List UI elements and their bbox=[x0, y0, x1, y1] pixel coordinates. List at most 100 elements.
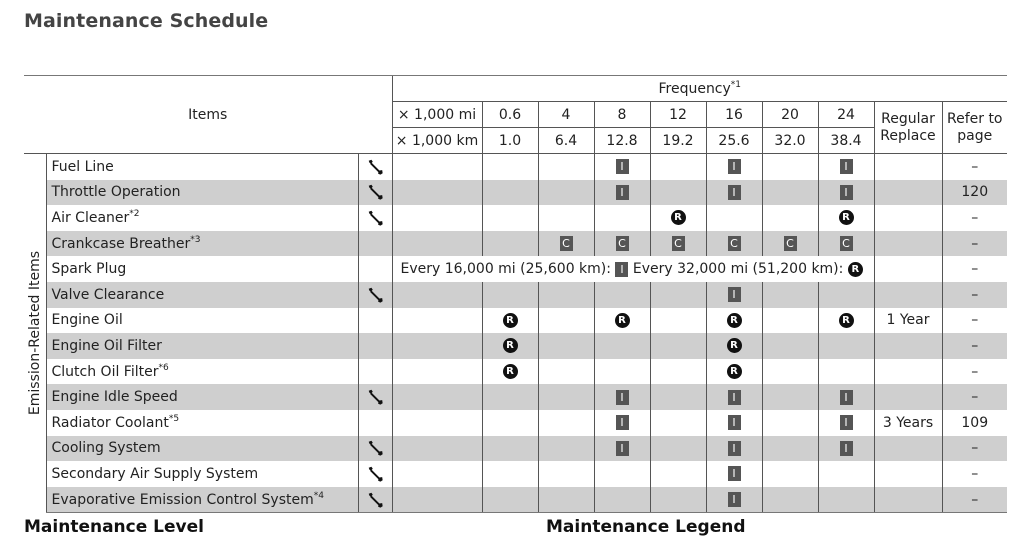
interval-cell: C bbox=[705, 230, 762, 257]
mark-c-icon: C bbox=[839, 236, 853, 252]
interval-cell: C bbox=[817, 230, 874, 257]
interval-cell bbox=[537, 384, 594, 410]
refer-to-page-header: Refer to page bbox=[941, 101, 1007, 154]
wrench-cell bbox=[357, 179, 392, 206]
wrench-icon bbox=[368, 287, 383, 303]
wrench-cell bbox=[357, 435, 392, 462]
interval-cell: C bbox=[761, 230, 818, 257]
interval-cell bbox=[593, 281, 650, 308]
interval-cell bbox=[537, 205, 594, 231]
km-interval: 12.8 bbox=[593, 127, 650, 154]
refer-page: – bbox=[941, 384, 1007, 410]
mark-r-icon: R bbox=[502, 312, 518, 328]
mi-interval: 4 bbox=[537, 101, 594, 128]
interval-cell: I bbox=[817, 409, 874, 436]
mark-i-icon: I bbox=[839, 415, 853, 431]
item-name: Spark Plug bbox=[45, 256, 358, 282]
unit-cell bbox=[391, 333, 482, 359]
interval-cell: R bbox=[481, 358, 538, 385]
wrench-icon bbox=[368, 210, 383, 226]
unit-cell bbox=[391, 205, 482, 231]
km-interval: 19.2 bbox=[649, 127, 706, 154]
wrench-cell bbox=[357, 256, 392, 282]
regular-replace bbox=[873, 179, 942, 206]
interval-cell: I bbox=[817, 179, 874, 206]
mark-c-icon: C bbox=[671, 236, 685, 252]
refer-page: – bbox=[941, 281, 1007, 308]
interval-cell: I bbox=[593, 409, 650, 436]
mark-i-icon: I bbox=[727, 466, 741, 482]
interval-cell bbox=[649, 281, 706, 308]
unit-km: × 1,000 km bbox=[391, 127, 482, 154]
maintenance-legend-heading: Maintenance Legend bbox=[546, 517, 746, 537]
mark-r-icon: R bbox=[614, 312, 630, 328]
mark-i-icon: I bbox=[615, 415, 629, 431]
footnote-ref: *6 bbox=[158, 362, 169, 373]
wrench-icon bbox=[368, 466, 383, 482]
interval-cell: I bbox=[705, 486, 762, 514]
interval-cell bbox=[537, 358, 594, 385]
mark-i-icon: I bbox=[615, 184, 629, 200]
interval-cell bbox=[817, 281, 874, 308]
refer-page: – bbox=[941, 461, 1007, 487]
interval-cell bbox=[761, 307, 818, 334]
interval-cell bbox=[481, 179, 538, 206]
wrench-cell bbox=[357, 358, 392, 385]
mi-interval: 8 bbox=[593, 101, 650, 128]
mark-i-icon: I bbox=[615, 261, 629, 277]
mark-r-icon: R bbox=[670, 210, 686, 226]
interval-cell bbox=[481, 281, 538, 308]
group-label: Emission-Related Items bbox=[26, 251, 43, 416]
interval-cell: C bbox=[593, 230, 650, 257]
refer-page: 109 bbox=[941, 409, 1007, 436]
interval-cell: C bbox=[649, 230, 706, 257]
interval-cell: R bbox=[705, 358, 762, 385]
mi-interval: 16 bbox=[705, 101, 762, 128]
item-name: Throttle Operation bbox=[45, 179, 358, 206]
spark-plug-interval: Every 16,000 mi (25,600 km): I Every 32,… bbox=[391, 256, 874, 282]
interval-cell: I bbox=[817, 153, 874, 180]
mark-i-icon: I bbox=[727, 415, 741, 431]
page-title: Maintenance Schedule bbox=[24, 10, 269, 32]
unit-miles: × 1,000 mi bbox=[391, 101, 482, 128]
regular-replace bbox=[873, 333, 942, 359]
interval-cell bbox=[481, 230, 538, 257]
mark-r-icon: R bbox=[726, 364, 742, 380]
mark-i-icon: I bbox=[727, 184, 741, 200]
mark-i-icon: I bbox=[727, 440, 741, 456]
interval-cell: I bbox=[593, 384, 650, 410]
unit-cell bbox=[391, 384, 482, 410]
schedule-row: Engine Oil Filter R R – bbox=[24, 333, 1007, 359]
item-name: Secondary Air Supply System bbox=[45, 461, 358, 487]
unit-cell bbox=[391, 179, 482, 206]
schedule-row: Air Cleaner*2 R R – bbox=[24, 205, 1007, 231]
interval-cell bbox=[761, 358, 818, 385]
interval-cell bbox=[481, 435, 538, 462]
interval-cell bbox=[537, 179, 594, 206]
mark-c-icon: C bbox=[615, 236, 629, 252]
interval-cell bbox=[761, 409, 818, 436]
mark-c-icon: C bbox=[783, 236, 797, 252]
footnote-ref: *5 bbox=[168, 413, 180, 424]
frequency-footnote: *1 bbox=[730, 79, 742, 90]
schedule-row: Evaporative Emission Control System*4 I – bbox=[24, 486, 1007, 514]
mark-r-icon: R bbox=[838, 312, 854, 328]
km-interval: 32.0 bbox=[761, 127, 818, 154]
unit-cell bbox=[391, 230, 482, 257]
interval-cell bbox=[817, 358, 874, 385]
interval-cell bbox=[481, 486, 538, 514]
wrench-icon bbox=[368, 159, 383, 175]
mi-interval: 12 bbox=[649, 101, 706, 128]
refer-page: – bbox=[941, 230, 1007, 257]
item-name: Engine Idle Speed bbox=[45, 384, 358, 410]
mark-i-icon: I bbox=[727, 159, 741, 175]
schedule-row: Engine Oil R R R R 1 Year – bbox=[24, 307, 1007, 334]
regular-replace bbox=[873, 281, 942, 308]
unit-cell bbox=[391, 409, 482, 436]
interval-cell: I bbox=[705, 384, 762, 410]
regular-replace bbox=[873, 486, 942, 514]
refer-page: – bbox=[941, 153, 1007, 180]
interval-cell bbox=[481, 205, 538, 231]
wrench-cell bbox=[357, 230, 392, 257]
interval-cell bbox=[761, 461, 818, 487]
